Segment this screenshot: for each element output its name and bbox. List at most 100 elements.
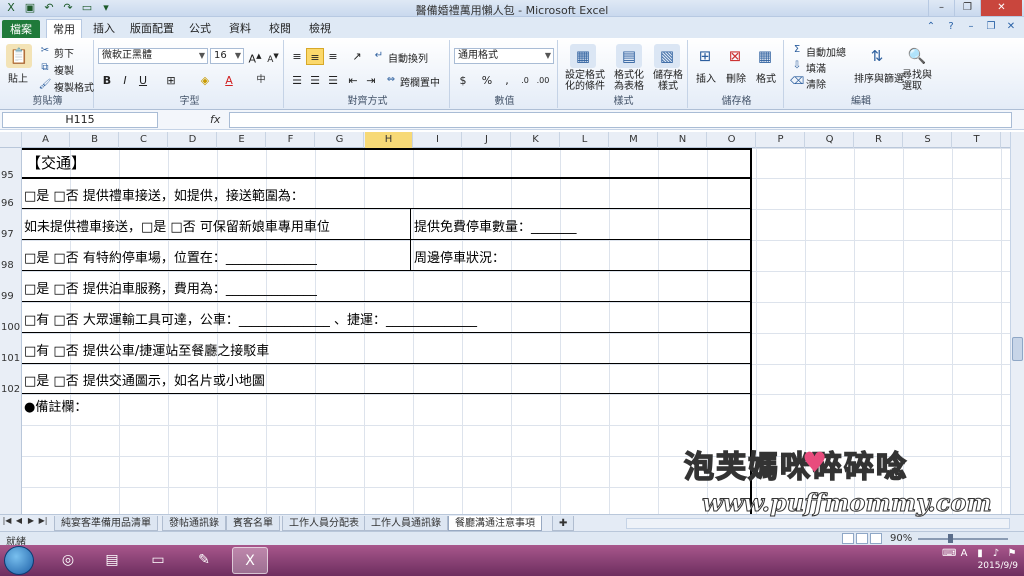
font-name-select[interactable]: 微軟正黑體 ▼ [98, 48, 208, 64]
tab-view[interactable]: 檢視 [302, 19, 338, 38]
paste-button[interactable]: 貼上 [8, 70, 28, 85]
orientation-icon[interactable]: ↗ [348, 48, 366, 65]
folder-icon[interactable]: ▭ [140, 547, 176, 574]
paste-icon[interactable]: 📋 [6, 44, 32, 68]
network-icon[interactable]: ▮ [974, 548, 986, 559]
zoom-slider-knob[interactable] [948, 534, 953, 543]
align-center-icon[interactable]: ☰ [306, 72, 324, 89]
help-icon[interactable]: ? [944, 20, 958, 34]
sheet-tab[interactable]: 工作人員分配表 [282, 516, 366, 531]
tab-data[interactable]: 資料 [222, 19, 258, 38]
underline-icon[interactable]: U [134, 72, 152, 89]
horizontal-scrollbar[interactable] [626, 518, 1010, 529]
flag-icon[interactable]: ⚑ [1006, 548, 1018, 559]
tab-insert[interactable]: 插入 [86, 19, 122, 38]
excel-taskbar-icon[interactable]: X [232, 547, 268, 574]
insert-cells-button[interactable]: 插入 [696, 70, 716, 85]
clear-button[interactable]: 清除 [806, 76, 826, 91]
font-color-icon[interactable]: A [220, 72, 238, 89]
chrome-icon[interactable]: ◎ [50, 547, 86, 574]
prev-sheet-icon[interactable]: ◀ [14, 516, 24, 525]
start-button[interactable] [4, 546, 34, 575]
select-all-corner[interactable] [0, 132, 22, 148]
column-header-M[interactable]: M [610, 132, 658, 148]
column-header-E[interactable]: E [218, 132, 266, 148]
column-header-F[interactable]: F [267, 132, 315, 148]
last-sheet-icon[interactable]: ▶| [38, 516, 48, 525]
borders-icon[interactable]: ⊞ [162, 72, 180, 89]
column-header-Q[interactable]: Q [806, 132, 854, 148]
workbook-close-icon[interactable]: ✕ [1004, 20, 1018, 34]
decrease-indent-icon[interactable]: ⇤ [344, 72, 362, 89]
merge-center-button[interactable]: 跨欄置中 [400, 74, 440, 89]
vertical-scrollbar[interactable] [1010, 132, 1024, 514]
row-header-101[interactable]: 101 [0, 353, 22, 364]
tab-home[interactable]: 常用 [46, 19, 82, 38]
format-cells-button[interactable]: 格式 [756, 70, 776, 85]
zoom-slider[interactable] [918, 538, 1008, 540]
column-header-L[interactable]: L [561, 132, 609, 148]
row-header-100[interactable]: 100 [0, 322, 22, 333]
column-header-H[interactable]: H [365, 132, 413, 148]
column-header-S[interactable]: S [904, 132, 952, 148]
cell-styles-button[interactable]: 儲存格樣式 [650, 70, 686, 92]
column-header-R[interactable]: R [855, 132, 903, 148]
fill-color-icon[interactable]: ◈ [196, 72, 214, 89]
column-header-J[interactable]: J [463, 132, 511, 148]
font-size-select[interactable]: 16 ▼ [210, 48, 244, 64]
workbook-minimize-icon[interactable]: – [964, 20, 978, 34]
next-sheet-icon[interactable]: ▶ [26, 516, 36, 525]
comma-icon[interactable]: , [498, 72, 516, 89]
bold-icon[interactable]: B [98, 72, 116, 89]
fx-icon[interactable]: fx [210, 113, 220, 126]
volume-icon[interactable]: ♪ [990, 548, 1002, 559]
row-header-96[interactable]: 96 [0, 198, 22, 209]
file-explorer-icon[interactable]: ▤ [94, 547, 130, 574]
italic-icon[interactable]: I [116, 72, 134, 89]
workbook-restore-icon[interactable]: ❐ [984, 20, 998, 34]
number-format-select[interactable]: 通用格式 ▼ [454, 48, 554, 64]
column-header-G[interactable]: G [316, 132, 364, 148]
row-header-102[interactable]: 102 [0, 384, 22, 395]
delete-cells-button[interactable]: 刪除 [726, 70, 746, 85]
row-header-99[interactable]: 99 [0, 291, 22, 302]
minimize-button[interactable]: – [928, 0, 954, 16]
column-header-P[interactable]: P [757, 132, 805, 148]
align-right-icon[interactable]: ☰ [324, 72, 342, 89]
row-header-98[interactable]: 98 [0, 260, 22, 271]
sheet-tab[interactable]: 餐廳溝通注意事項 [448, 516, 542, 531]
align-bottom-icon[interactable]: ≡ [324, 48, 342, 65]
autosum-button[interactable]: 自動加總 [806, 44, 846, 59]
cut-button[interactable]: 剪下 [54, 45, 74, 60]
name-box[interactable]: H115 [2, 112, 158, 128]
decrease-font-icon[interactable]: A▼ [264, 48, 282, 65]
column-header-B[interactable]: B [71, 132, 119, 148]
normal-view-icon[interactable] [842, 533, 854, 544]
sheet-tab[interactable]: 發帖通訊錄 [162, 516, 226, 531]
copy-button[interactable]: 複製 [54, 62, 74, 77]
increase-decimal-icon[interactable]: .0 [516, 72, 534, 89]
increase-font-icon[interactable]: A▲ [246, 48, 264, 66]
column-header-N[interactable]: N [659, 132, 707, 148]
find-select-button[interactable]: 尋找與選取 [902, 70, 934, 92]
formula-input[interactable] [229, 112, 1012, 128]
format-table-button[interactable]: 格式化為表格 [610, 70, 648, 92]
new-sheet-icon[interactable]: ✚ [552, 516, 575, 531]
vertical-scroll-thumb[interactable] [1012, 337, 1023, 361]
align-left-icon[interactable]: ☰ [288, 72, 306, 89]
page-layout-view-icon[interactable] [856, 533, 868, 544]
zoom-level[interactable]: 90% [890, 533, 912, 544]
column-header-T[interactable]: T [953, 132, 1001, 148]
first-sheet-icon[interactable]: |◀ [2, 516, 12, 525]
fill-button[interactable]: 填滿 [806, 60, 826, 75]
conditional-format-button[interactable]: 設定格式化的條件 [562, 70, 608, 92]
currency-icon[interactable]: $ [454, 72, 472, 89]
ime-icon[interactable]: A [958, 548, 970, 559]
phonetic-icon[interactable]: 中 [252, 72, 270, 89]
align-middle-icon[interactable]: ≡ [306, 48, 324, 65]
tab-review[interactable]: 校閱 [262, 19, 298, 38]
row-header-95[interactable]: 95 [0, 170, 22, 181]
tab-formulas[interactable]: 公式 [182, 19, 218, 38]
increase-indent-icon[interactable]: ⇥ [362, 72, 380, 89]
column-header-C[interactable]: C [120, 132, 168, 148]
